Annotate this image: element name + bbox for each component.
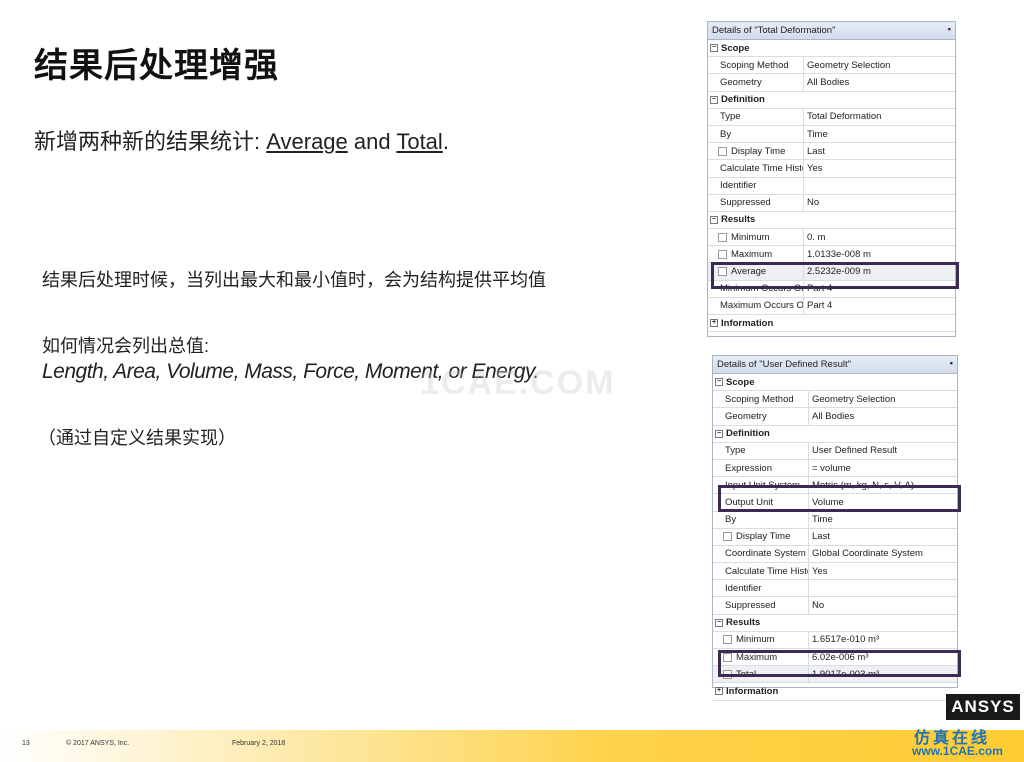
subtitle-average: Average: [266, 129, 348, 154]
collapse-icon[interactable]: −: [710, 215, 718, 224]
watermark: 1CAE.COM: [420, 364, 616, 402]
subtitle-and: and: [347, 129, 397, 154]
body-line-total-intro: 如何情况会列出总值:: [42, 336, 210, 356]
checkbox[interactable]: [718, 146, 727, 156]
row-geometry[interactable]: Geometry All Bodies: [708, 74, 955, 92]
footer-date: February 2, 2018: [232, 740, 286, 747]
row-by[interactable]: By Time: [713, 511, 957, 529]
section-information[interactable]: + Information: [713, 683, 957, 701]
checkbox[interactable]: [718, 232, 727, 242]
row-identifier[interactable]: Identifier: [713, 580, 957, 598]
copyright: © 2017 ANSYS, Inc.: [66, 740, 130, 747]
panel-header: Details of "User Defined Result" ▪: [713, 356, 957, 374]
checkbox[interactable]: [723, 532, 732, 542]
subtitle-prefix: 新增两种新的结果统计:: [34, 129, 267, 154]
section-results[interactable]: − Results: [708, 212, 955, 230]
ansys-logo: ANSYS: [946, 694, 1020, 720]
section-results[interactable]: − Results: [713, 615, 957, 632]
collapse-icon[interactable]: −: [710, 44, 718, 53]
highlight-total: [718, 650, 961, 677]
highlight-output-unit: [718, 485, 961, 512]
subtitle-total: Total: [396, 129, 443, 154]
row-type[interactable]: Type User Defined Result: [713, 442, 957, 460]
row-type[interactable]: Type Total Deformation: [708, 108, 955, 126]
row-calculate-time-history[interactable]: Calculate Time HistoryYes: [708, 160, 955, 178]
section-scope[interactable]: − Scope: [713, 374, 957, 392]
highlight-average: [711, 262, 959, 289]
row-minimum[interactable]: Minimum 1.6517e-010 m³: [713, 631, 957, 649]
details-panel-user-defined-result: Details of "User Defined Result" ▪ − Scop…: [712, 355, 958, 701]
checkbox[interactable]: [723, 635, 732, 645]
row-suppressed[interactable]: Suppressed No: [708, 194, 955, 212]
row-maximum-occurs-on[interactable]: Maximum Occurs On Part 4: [708, 297, 955, 315]
row-maximum[interactable]: Maximum 1.0133e-008 m: [708, 246, 955, 264]
row-coordinate-system[interactable]: Coordinate System Global Coordinate Syste…: [713, 545, 957, 564]
expand-icon[interactable]: +: [710, 319, 718, 328]
panel-title: Details of "Total Deformation": [712, 25, 836, 36]
row-by[interactable]: By Time: [708, 125, 955, 144]
row-calculate-time-history[interactable]: Calculate Time HistoryYes: [713, 563, 957, 581]
details-panel-total-deformation: Details of "Total Deformation" ▪ − Scope …: [707, 21, 956, 337]
row-scoping-method[interactable]: Scoping Method Geometry Selection: [708, 57, 955, 75]
brand-url: www.1CAE.com: [912, 744, 1003, 758]
pin-icon[interactable]: ▪: [950, 358, 953, 368]
page-number: 13: [22, 740, 30, 747]
body-line-note: （通过自定义结果实现）: [38, 428, 236, 448]
subtitle-suffix: .: [442, 129, 449, 154]
expand-icon[interactable]: +: [715, 687, 723, 696]
row-minimum[interactable]: Minimum 0. m: [708, 229, 955, 247]
section-scope[interactable]: − Scope: [708, 40, 955, 58]
footer-bar: [0, 730, 1024, 762]
section-definition[interactable]: − Definition: [713, 426, 957, 443]
subtitle: 新增两种新的结果统计: Average and Total.: [34, 124, 449, 156]
row-geometry[interactable]: Geometry All Bodies: [713, 408, 957, 426]
panel-title: Details of "User Defined Result": [717, 359, 851, 370]
panel-header: Details of "Total Deformation" ▪: [708, 22, 955, 40]
section-definition[interactable]: − Definition: [708, 92, 955, 109]
collapse-icon[interactable]: −: [710, 95, 718, 104]
checkbox[interactable]: [718, 249, 727, 259]
collapse-icon[interactable]: −: [715, 378, 723, 387]
slide-title: 结果后处理增强: [34, 46, 279, 86]
row-expression[interactable]: Expression = volume: [713, 459, 957, 478]
row-suppressed[interactable]: Suppressed No: [713, 597, 957, 615]
section-information[interactable]: + Information: [708, 315, 955, 333]
pin-icon[interactable]: ▪: [948, 24, 951, 34]
row-identifier[interactable]: Identifier: [708, 177, 955, 195]
row-scoping-method[interactable]: Scoping Method Geometry Selection: [713, 391, 957, 409]
collapse-icon[interactable]: −: [715, 618, 723, 627]
row-display-time[interactable]: Display Time Last: [708, 143, 955, 161]
collapse-icon[interactable]: −: [715, 429, 723, 438]
row-display-time[interactable]: Display Time Last: [713, 528, 957, 546]
body-line-average: 结果后处理时候，当列出最大和最小值时，会为结构提供平均值: [42, 270, 546, 290]
